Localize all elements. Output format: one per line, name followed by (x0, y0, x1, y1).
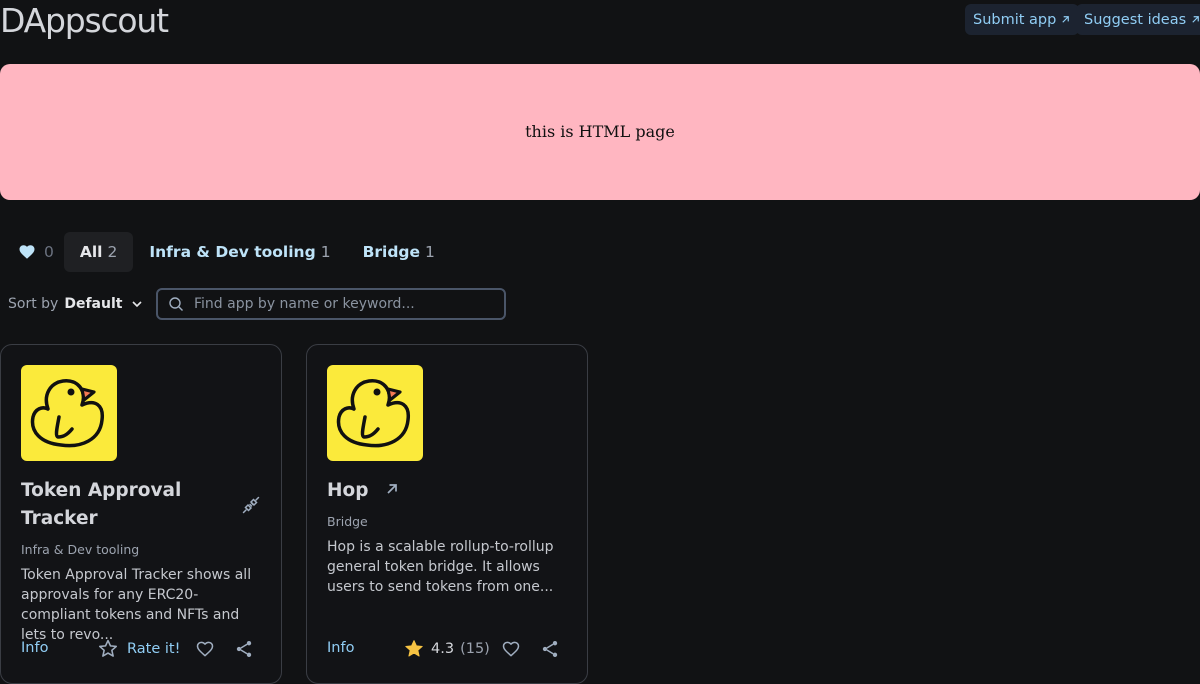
tab-label: All (79, 243, 103, 261)
submit-app-label: Submit app (973, 11, 1057, 28)
app-name[interactable]: Hop (327, 477, 527, 505)
share-icon (542, 641, 558, 657)
duck-logo-icon (30, 379, 104, 448)
app-description: Token Approval Tracker shows all approva… (21, 567, 252, 643)
info-link[interactable]: Info (21, 640, 48, 656)
sort-value: Default (64, 296, 123, 312)
tab-label: Bridge (362, 243, 421, 261)
share-button[interactable] (234, 639, 254, 659)
duck-logo-icon (336, 379, 410, 448)
share-button[interactable] (540, 639, 560, 659)
rating-count: (15) (460, 641, 490, 657)
app-logo (21, 365, 117, 461)
favorites-tab[interactable]: 0 (8, 232, 64, 272)
banner-text: this is HTML page (525, 121, 675, 141)
favorite-button[interactable] (501, 639, 521, 659)
app-card[interactable]: Token Approval Tracker Infra & Dev tooli… (0, 344, 282, 684)
star-outline-icon (98, 639, 118, 657)
app-card[interactable]: Hop Bridge Hop is a scalable rollup-to-r… (306, 344, 588, 684)
favorites-count: 0 (44, 243, 54, 261)
external-link-icon (1062, 16, 1070, 23)
sort-prefix: Sort by (8, 296, 59, 312)
tab-infra-dev-tooling[interactable]: Infra & Dev tooling 1 (133, 232, 346, 272)
disconnected-plug-icon (241, 495, 261, 515)
rating-display[interactable]: 4.3 (15) (403, 638, 490, 660)
sort-dropdown[interactable]: Sort by Default (8, 296, 144, 312)
tab-all[interactable]: All 2 (63, 232, 134, 272)
app-name-text: Hop (327, 480, 369, 501)
app-description: Hop is a scalable rollup-to-rollup gener… (327, 539, 554, 595)
suggest-ideas-label: Suggest ideas (1084, 11, 1187, 28)
star-filled-icon (405, 640, 423, 657)
favorite-button[interactable] (195, 639, 215, 659)
external-link-icon (1192, 16, 1200, 23)
app-category: Infra & Dev tooling (21, 542, 140, 557)
category-tabs: 0 All 2 Infra & Dev tooling 1 Bridge 1 (8, 232, 451, 272)
heart-icon (19, 245, 35, 259)
external-link-icon (387, 484, 397, 494)
app-logo (327, 365, 423, 461)
tab-bridge[interactable]: Bridge 1 (347, 232, 451, 272)
app-category: Bridge (327, 514, 368, 529)
heart-outline-icon (502, 641, 520, 657)
tab-count: 2 (107, 243, 118, 261)
share-icon (236, 641, 252, 657)
app-title: DAppscout (0, 1, 169, 40)
rate-button[interactable]: Rate it! (97, 638, 180, 660)
suggest-ideas-button[interactable]: Suggest ideas (1076, 4, 1200, 35)
tab-label: Infra & Dev tooling (149, 243, 316, 261)
rate-label: Rate it! (127, 641, 181, 657)
tab-count: 1 (320, 243, 331, 261)
rating-value: 4.3 (431, 641, 455, 657)
search-input[interactable] (194, 296, 484, 312)
banner: this is HTML page (0, 64, 1200, 200)
info-link[interactable]: Info (327, 640, 354, 656)
tab-count: 1 (425, 243, 435, 261)
search-icon (169, 297, 183, 311)
app-name[interactable]: Token Approval Tracker (21, 477, 221, 533)
chevron-down-icon (132, 301, 143, 308)
heart-outline-icon (196, 641, 214, 657)
search-box[interactable] (156, 288, 506, 320)
submit-app-button[interactable]: Submit app (965, 4, 1080, 35)
